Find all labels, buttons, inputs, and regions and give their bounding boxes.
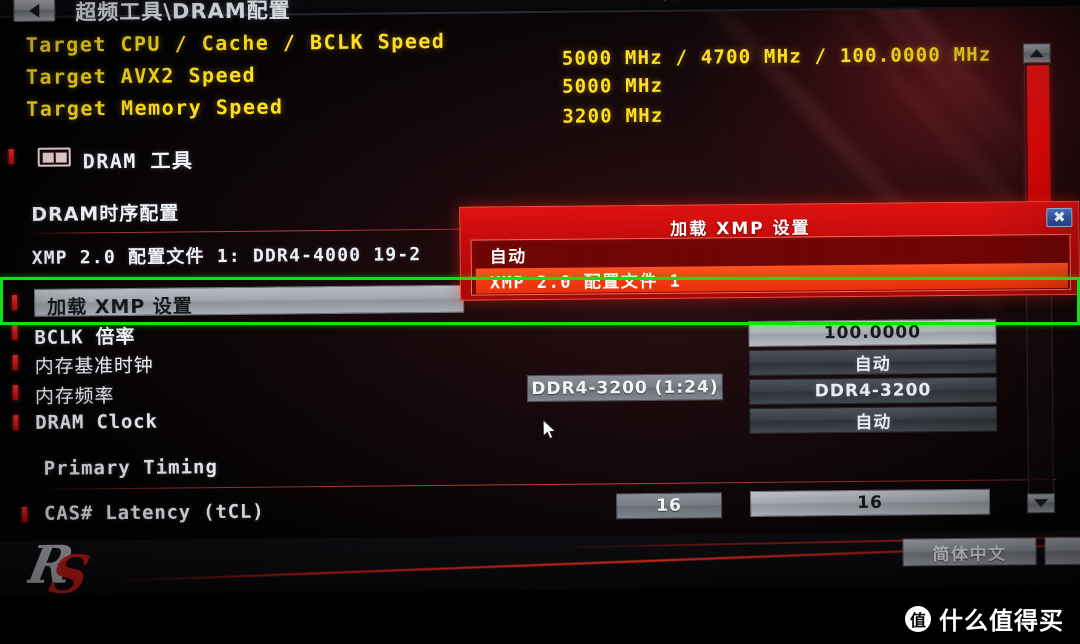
target-cpu-value: 5000 MHz / 4700 MHz / 100.0000 MHz xyxy=(561,43,992,70)
load-xmp-setting-dialog[interactable]: 加载 XMP 设置 ✖ 自动 XMP 2.0 配置文件 1 xyxy=(459,200,1080,301)
scrollbar-thumb[interactable] xyxy=(1026,65,1051,206)
row-load-xmp-setting-label: 加载 XMP 设置 xyxy=(47,295,193,319)
bios-screenshot: 文 工具 硬件监视器 安 超频工具\DRAM配置 Target CPU / Ca… xyxy=(0,0,1080,644)
row-memory-frequency-label[interactable]: 内存频率 xyxy=(35,381,114,409)
midvalue-cas-latency: 16 xyxy=(615,492,723,520)
xmp-option-list[interactable]: 自动 XMP 2.0 配置文件 1 xyxy=(470,233,1072,296)
menu-item-tools[interactable]: 文 工具 xyxy=(663,0,722,4)
row-bullet xyxy=(12,325,18,341)
target-avx2-label: Target AVX2 Speed xyxy=(25,62,257,89)
language-button-secondary[interactable] xyxy=(1044,536,1080,566)
target-memory-value: 3200 MHz xyxy=(562,104,664,128)
value-memory-frequency[interactable]: DDR4-3200 xyxy=(748,376,998,405)
back-arrow-icon[interactable] xyxy=(13,0,56,23)
asrock-logo: R S xyxy=(26,541,95,596)
scroll-up-arrow-icon[interactable] xyxy=(1022,43,1051,64)
primary-timing-heading: Primary Timing xyxy=(43,456,218,480)
row-bullet xyxy=(12,295,18,311)
dram-timing-heading: DRAM时序配置 xyxy=(31,202,180,226)
value-memory-reference-clock[interactable]: 自动 xyxy=(748,347,997,376)
value-bclk-ratio[interactable]: 100.0000 xyxy=(748,318,997,348)
row-dram-clock-label[interactable]: DRAM Clock xyxy=(35,411,158,434)
row-bullet xyxy=(12,385,19,401)
watermark: 值 什么值得买 xyxy=(905,601,1064,636)
row-bullet xyxy=(13,415,19,431)
section-bullet xyxy=(8,149,14,165)
scroll-down-arrow-icon[interactable] xyxy=(1026,493,1056,514)
watermark-logo: 值 xyxy=(905,605,931,632)
menu-item-hardware-monitor[interactable]: 硬件监视器 xyxy=(837,0,925,2)
target-avx2-value: 5000 MHz xyxy=(561,74,664,98)
breadcrumb: 超频工具\DRAM配置 xyxy=(75,0,291,25)
row-memory-reference-clock-label[interactable]: 内存基准时钟 xyxy=(35,351,154,379)
section-divider xyxy=(45,479,1056,490)
close-x-icon[interactable]: ✖ xyxy=(1046,207,1073,228)
target-cpu-label: Target CPU / Cache / BCLK Speed xyxy=(25,28,446,57)
watermark-text: 什么值得买 xyxy=(939,607,1064,635)
scroll-up-glyph xyxy=(1029,49,1044,58)
dram-tools-title: DRAM 工具 xyxy=(82,148,194,174)
back-arrow-glyph xyxy=(29,3,40,18)
row-bullet xyxy=(22,506,28,522)
xmp-profile-info: XMP 2.0 配置文件 1: DDR4-4000 19-2 xyxy=(31,244,422,269)
value-dram-clock[interactable]: 自动 xyxy=(749,405,998,434)
row-bullet xyxy=(12,355,18,371)
xmp-option-profile-1[interactable]: XMP 2.0 配置文件 1 xyxy=(475,262,1069,294)
uefi-setup-panel: 文 工具 硬件监视器 安 超频工具\DRAM配置 Target CPU / Ca… xyxy=(0,0,1080,596)
wallpaper-streak xyxy=(718,0,1064,222)
value-cas-latency[interactable]: 16 xyxy=(749,488,991,517)
mouse-pointer-icon xyxy=(542,418,557,441)
wallpaper-streak xyxy=(653,0,1068,195)
midvalue-memory-frequency: DDR4-3200 (1:24) xyxy=(526,373,724,403)
row-bclk-ratio-label[interactable]: BCLK 倍率 xyxy=(34,322,135,350)
row-load-xmp-setting[interactable]: 加载 XMP 设置 xyxy=(33,284,465,319)
row-cas-latency-label[interactable]: CAS# Latency (tCL) xyxy=(44,501,265,525)
scroll-down-glyph xyxy=(1034,499,1049,508)
section-divider xyxy=(33,228,514,234)
target-memory-label: Target Memory Speed xyxy=(26,94,284,121)
dram-module-icon xyxy=(37,147,71,167)
language-button[interactable]: 简体中文 xyxy=(902,537,1037,567)
